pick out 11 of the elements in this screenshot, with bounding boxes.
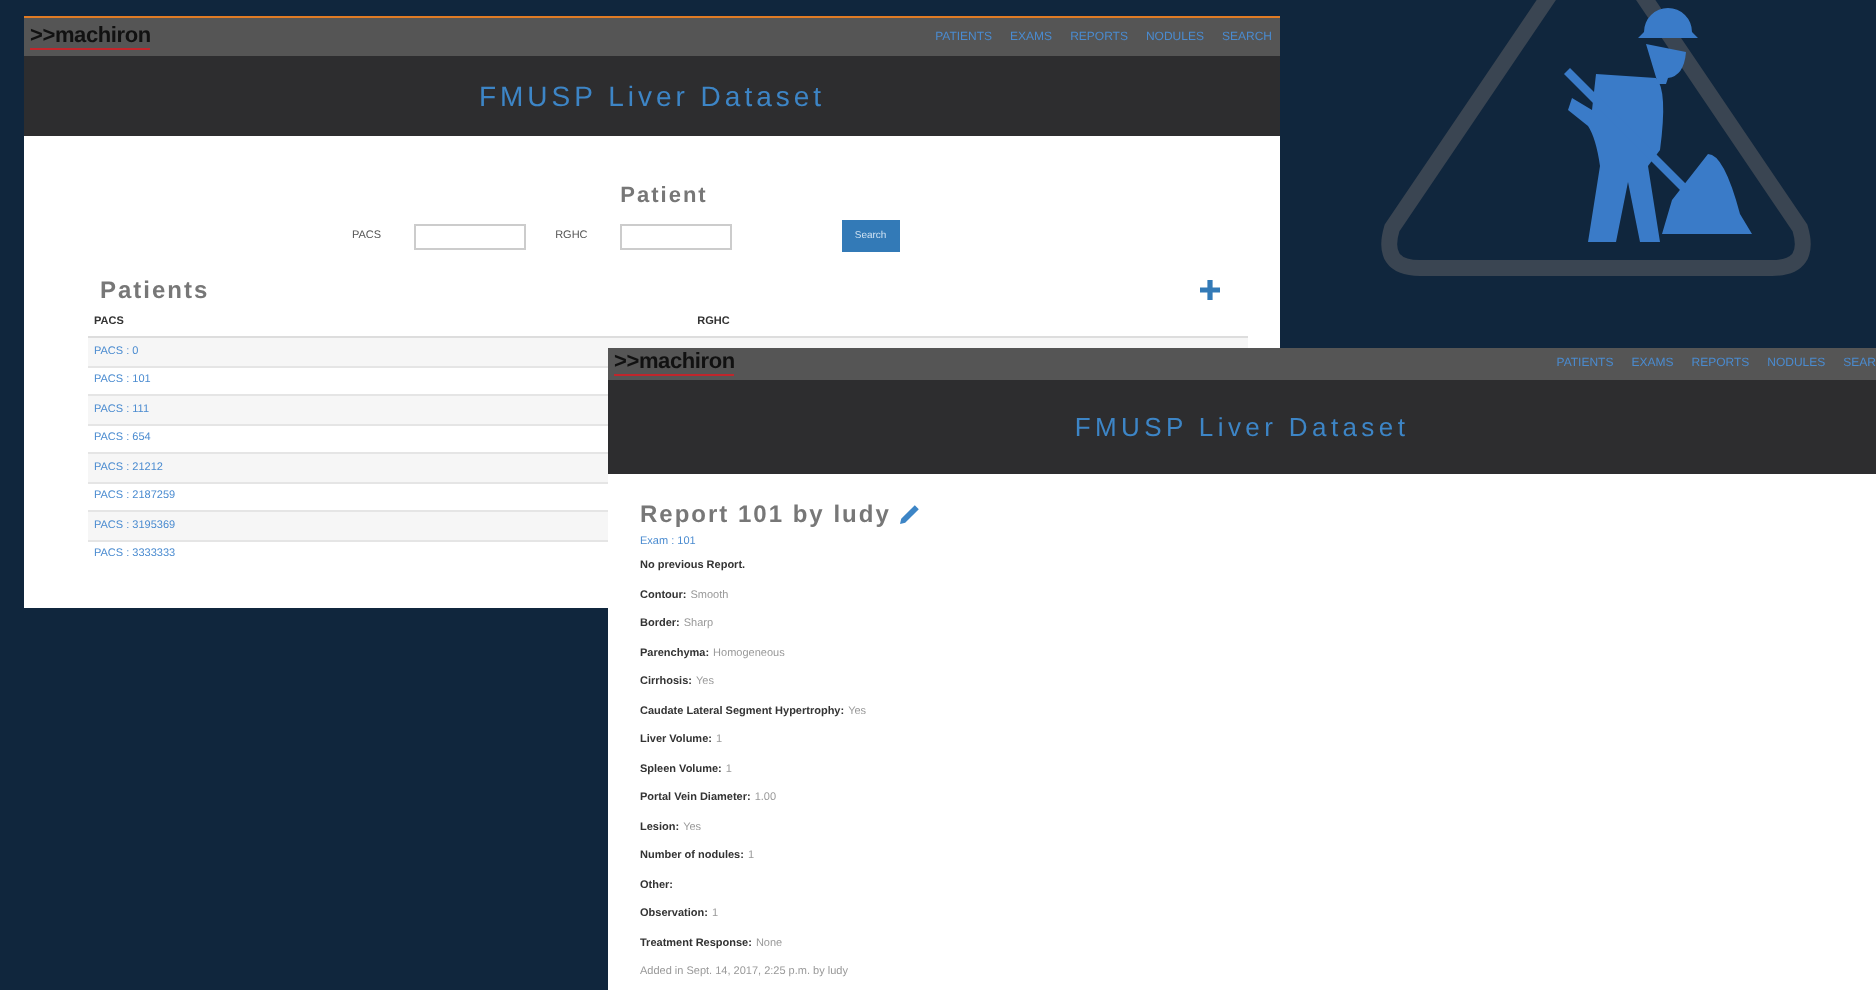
plus-icon[interactable] bbox=[1200, 280, 1220, 300]
site-title: FMUSP Liver Dataset bbox=[478, 80, 826, 112]
logo[interactable]: >>machiron bbox=[614, 352, 735, 376]
section-heading: Patient bbox=[618, 184, 710, 208]
input-field[interactable] bbox=[619, 223, 732, 249]
report-heading: Report 101 by ludy bbox=[640, 500, 891, 528]
edit-icon[interactable] bbox=[900, 504, 921, 524]
site-title: FMUSP Liver Dataset bbox=[1074, 412, 1410, 442]
logo[interactable]: >>machiron bbox=[30, 25, 151, 49]
input-field[interactable] bbox=[413, 223, 526, 249]
section-heading: Patients bbox=[98, 276, 210, 304]
